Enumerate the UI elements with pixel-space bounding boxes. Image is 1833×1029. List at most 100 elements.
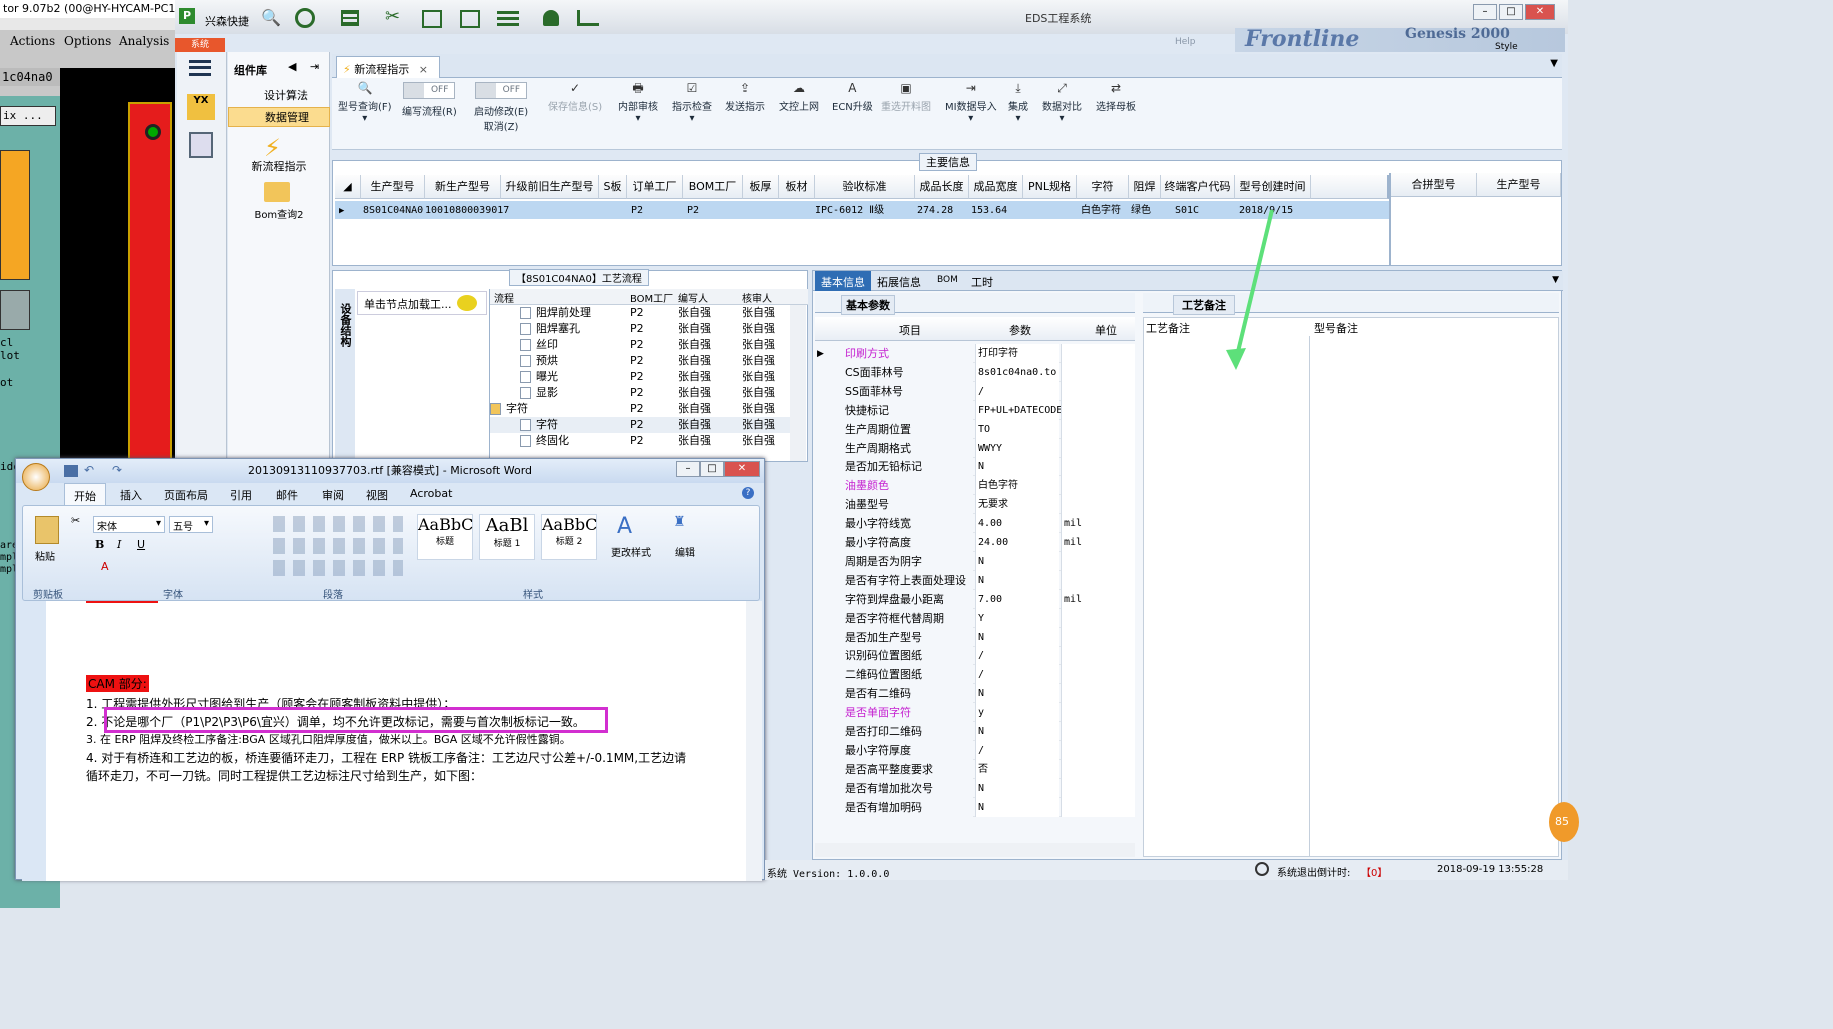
component-design-algo[interactable]: 设计算法	[228, 86, 330, 106]
user-icon[interactable]	[543, 10, 559, 26]
film-icon[interactable]	[422, 10, 442, 28]
word-minimize-button[interactable]: –	[676, 461, 700, 477]
data-compare-button[interactable]: ⤢ 数据对比 ▾	[1042, 82, 1082, 124]
style-heading2[interactable]: AaBbC 标题 2	[541, 514, 597, 560]
param-value[interactable]: 无要求	[975, 495, 1059, 515]
param-row[interactable]: 是否打印二维码 N	[843, 722, 1135, 741]
underline-button[interactable]: U	[137, 538, 145, 551]
change-style-button[interactable]: 更改样式	[611, 544, 651, 559]
col-header[interactable]: 成品宽度	[969, 175, 1023, 199]
col-header[interactable]: 新生产型号	[425, 175, 501, 199]
param-row[interactable]: 油墨颜色 白色字符	[843, 476, 1135, 496]
col-header[interactable]: 板材	[779, 175, 815, 199]
param-row[interactable]: 是否有字符上表面处理设计N	[843, 570, 1135, 606]
undo-icon[interactable]: ↶	[84, 463, 94, 477]
param-unit[interactable]	[1061, 495, 1135, 515]
search-icon[interactable]: 🔍	[261, 8, 281, 27]
yx-icon[interactable]: YX	[187, 94, 215, 120]
param-value[interactable]: FP+UL+DATECODE	[975, 400, 1062, 420]
change-style-icon[interactable]: A	[617, 514, 632, 539]
chat-icon[interactable]	[457, 295, 477, 311]
param-row[interactable]: 是否单面字符 y	[843, 703, 1135, 723]
param-unit[interactable]	[1061, 400, 1135, 420]
grid-icon[interactable]	[341, 10, 359, 26]
param-unit[interactable]	[1061, 627, 1135, 647]
col-header[interactable]: 合拼型号	[1391, 173, 1477, 197]
flow-col-header[interactable]: 核审人	[742, 290, 772, 305]
param-value[interactable]: 8s01c04na0.to	[975, 362, 1059, 382]
col-header[interactable]: BOM工厂	[683, 175, 743, 199]
param-value[interactable]: N	[975, 627, 1059, 647]
param-unit[interactable]	[1061, 740, 1135, 760]
param-row[interactable]: 生产周期位置 TO	[843, 419, 1135, 439]
word-maximize-button[interactable]: □	[700, 461, 724, 477]
param-unit[interactable]	[1061, 362, 1135, 382]
param-unit[interactable]	[1061, 419, 1135, 439]
param-row[interactable]: SS面菲林号 /	[843, 381, 1135, 401]
save-icon[interactable]	[64, 465, 78, 477]
param-col-header[interactable]: 单位	[1095, 322, 1117, 338]
align-buttons[interactable]	[273, 538, 403, 554]
param-unit[interactable]	[1061, 551, 1135, 571]
menu-analysis[interactable]: Analysis	[119, 34, 169, 48]
bom-query-item[interactable]: Bom查询2	[228, 206, 330, 221]
col-header[interactable]: 型号创建时间	[1235, 175, 1311, 199]
list-buttons[interactable]	[273, 516, 403, 532]
flow-row[interactable]: 字符 P2 张自强 张自强	[490, 401, 790, 417]
flow-row[interactable]: 终固化 P2 张自强 张自强	[490, 433, 790, 449]
tab-insert[interactable]: 插入	[120, 487, 142, 503]
style-normal[interactable]: AaBbC 标题	[417, 514, 473, 560]
param-row[interactable]: 二维码位置图纸 /	[843, 665, 1135, 685]
param-unit[interactable]	[1061, 703, 1135, 723]
param-value[interactable]: N	[975, 778, 1059, 798]
close-button[interactable]: ✕	[1525, 4, 1555, 20]
col-header[interactable]: 成品长度	[915, 175, 969, 199]
param-value[interactable]: /	[975, 646, 1059, 666]
font-color-button[interactable]: A	[101, 560, 109, 573]
system-tab[interactable]: 系统	[175, 38, 225, 52]
dropdown-icon[interactable]: ▼	[1552, 275, 1559, 285]
param-unit[interactable]	[1061, 778, 1135, 798]
paste-icon[interactable]	[35, 516, 59, 544]
param-value[interactable]: 4.00	[975, 514, 1059, 534]
param-row[interactable]: 是否字符框代替周期 Y	[843, 608, 1135, 628]
paragraph-buttons[interactable]	[273, 560, 403, 576]
param-row[interactable]: 是否加无铅标记 N	[843, 457, 1135, 477]
select-mother-board-button[interactable]: ⇄ 选择母板	[1096, 82, 1136, 113]
tab-acrobat[interactable]: Acrobat	[410, 487, 452, 500]
param-col-header[interactable]: 参数	[1009, 322, 1031, 338]
flow-row[interactable]: 显影 P2 张自强 张自强	[490, 385, 790, 401]
flow-row[interactable]: 字符 P2 张自强 张自强	[490, 417, 790, 433]
param-value[interactable]: 24.00	[975, 533, 1059, 552]
param-value[interactable]: Y	[975, 608, 1059, 628]
param-unit[interactable]	[1061, 608, 1135, 628]
font-size-select[interactable]: 五号 ▾	[169, 516, 213, 533]
send-instruction-button[interactable]: ⇪ 发送指示	[725, 82, 765, 113]
hamburger-icon[interactable]	[189, 60, 211, 76]
instruction-check-button[interactable]: ☑ 指示检查 ▾	[672, 82, 712, 124]
mi-import-button[interactable]: ⇥ MI数据导入 ▾	[945, 82, 997, 124]
reselect-cutting-button[interactable]: ▣ 重选开料图	[881, 82, 931, 113]
param-unit[interactable]	[1061, 457, 1135, 477]
cam-field[interactable]: ix ...	[0, 106, 56, 126]
component-data-mgmt[interactable]: 数据管理	[228, 107, 330, 127]
process-remark-textbox[interactable]	[1144, 336, 1310, 856]
param-unit[interactable]	[1061, 646, 1135, 666]
calculator-icon[interactable]	[189, 132, 213, 158]
list-icon[interactable]	[497, 10, 519, 26]
param-unit[interactable]	[1061, 684, 1135, 704]
globe-icon[interactable]	[295, 8, 315, 28]
param-row[interactable]: CS面菲林号 8s01c04na0.to	[843, 362, 1135, 382]
maximize-button[interactable]: □	[1499, 4, 1523, 20]
font-name-select[interactable]: 宋体 ▾	[93, 516, 165, 533]
param-row[interactable]: 是否有增加批次号 N	[843, 778, 1135, 798]
flow-row[interactable]: 丝印 P2 张自强 张自强	[490, 337, 790, 353]
tab-hours[interactable]: 工时	[971, 274, 993, 290]
param-hscrollbar[interactable]	[815, 843, 1135, 857]
tab-menu-icon[interactable]: ▼	[1550, 58, 1558, 69]
param-value[interactable]: N	[975, 570, 1059, 590]
tab-new-flow[interactable]: ⚡ 新流程指示 ×	[336, 56, 440, 78]
tab-home[interactable]: 开始	[64, 483, 106, 505]
param-unit[interactable]	[1061, 759, 1135, 779]
param-unit[interactable]	[1061, 438, 1135, 458]
